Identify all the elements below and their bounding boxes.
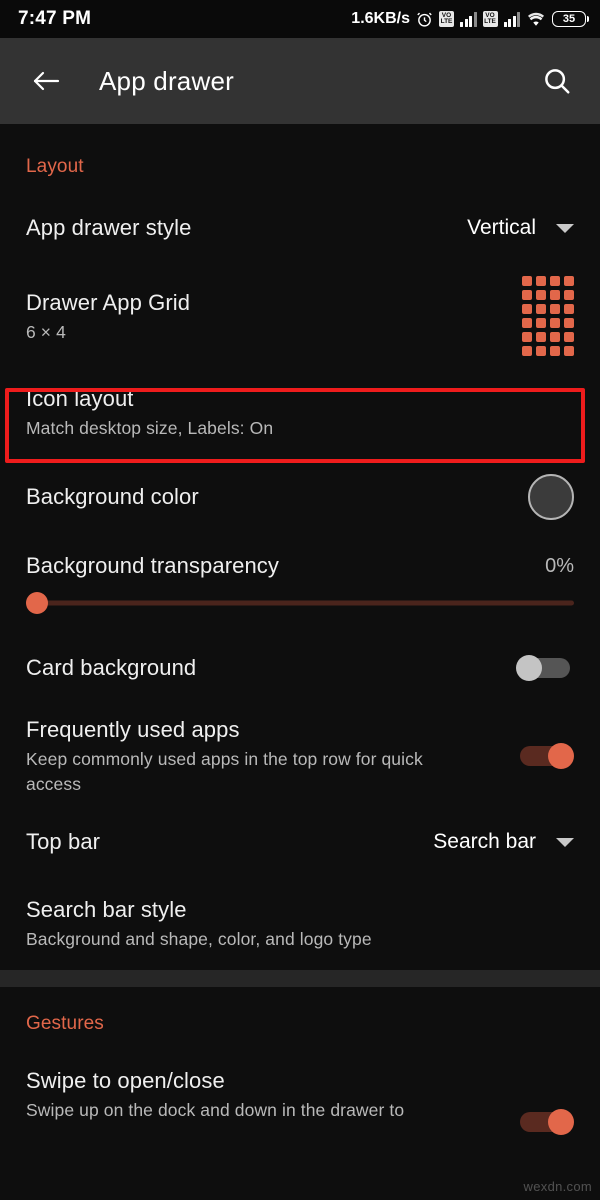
setting-sublabel: 6 × 4 — [26, 321, 66, 342]
grid-cell — [522, 346, 532, 356]
sim1-signal-icon — [460, 11, 477, 27]
grid-cell — [564, 304, 574, 314]
grid-cell — [522, 318, 532, 328]
alarm-clock-icon — [416, 11, 433, 28]
setting-sublabel: Background and shape, color, and logo ty… — [26, 928, 372, 949]
grid-cell — [564, 276, 574, 286]
page-title: App drawer — [99, 65, 234, 96]
grid-cell — [536, 346, 546, 356]
setting-row-swipe-to-open-close[interactable]: Swipe to open/close Swipe up on the dock… — [0, 1059, 600, 1135]
grid-cell — [550, 276, 560, 286]
setting-label: Swipe to open/close — [26, 1067, 225, 1093]
setting-label: Top bar — [26, 829, 101, 854]
toggle-knob — [548, 743, 574, 769]
frequently-used-apps-toggle[interactable] — [516, 743, 574, 769]
search-icon[interactable] — [536, 60, 578, 102]
sim2-signal-icon — [503, 11, 520, 27]
setting-row-background-transparency[interactable]: Background transparency 0% — [0, 546, 600, 586]
setting-row-card-background[interactable]: Card background — [0, 640, 600, 696]
grid-cell — [564, 318, 574, 328]
slider-thumb[interactable] — [26, 592, 48, 614]
app-bar: App drawer — [0, 38, 600, 124]
status-bar: 7:47 PM 1.6KB/s VO LTE VO LTE 35 — [0, 0, 600, 38]
status-bar-icons: 1.6KB/s VO LTE VO LTE 35 — [351, 10, 586, 28]
setting-label: Search bar style — [26, 896, 187, 922]
sim2-volte-icon: VO LTE — [482, 11, 498, 27]
grid-cell — [564, 290, 574, 300]
settings-list: Layout App drawer style Vertical Drawer … — [0, 124, 600, 1135]
app-drawer-settings-screen: 7:47 PM 1.6KB/s VO LTE VO LTE 35 App dra… — [0, 0, 600, 1200]
watermark: wexdn.com — [523, 1179, 592, 1194]
section-header-layout: Layout — [26, 156, 84, 177]
grid-cell — [550, 290, 560, 300]
drawer-grid-preview-icon — [522, 276, 574, 356]
setting-label: Frequently used apps — [26, 717, 240, 742]
transparency-slider-wrap[interactable] — [0, 586, 600, 616]
grid-cell — [550, 332, 560, 342]
grid-cell — [522, 290, 532, 300]
grid-cell — [536, 332, 546, 342]
setting-sublabel: Swipe up on the dock and down in the dra… — [26, 1099, 405, 1120]
setting-value: Vertical — [467, 216, 536, 239]
setting-sublabel: Match desktop size, Labels: On — [26, 417, 274, 438]
setting-row-app-drawer-style[interactable]: App drawer style Vertical — [0, 202, 600, 254]
grid-cell — [550, 304, 560, 314]
toggle-knob — [548, 1109, 574, 1135]
grid-cell — [522, 304, 532, 314]
setting-label: Background color — [26, 484, 199, 509]
chevron-down-icon[interactable] — [556, 223, 574, 233]
slider-track — [26, 600, 574, 606]
grid-cell — [550, 318, 560, 328]
back-arrow-icon[interactable] — [26, 61, 66, 101]
setting-row-frequently-used-apps[interactable]: Frequently used apps Keep commonly used … — [0, 708, 600, 804]
battery-indicator: 35 — [552, 11, 586, 27]
grid-cell — [536, 276, 546, 286]
setting-row-search-bar-style[interactable]: Search bar style Background and shape, c… — [0, 888, 600, 958]
grid-cell — [522, 332, 532, 342]
grid-cell — [536, 318, 546, 328]
swipe-to-open-close-toggle[interactable] — [516, 1109, 574, 1135]
setting-label: App drawer style — [26, 215, 192, 240]
setting-label: Background transparency — [26, 553, 280, 578]
background-color-swatch[interactable] — [528, 474, 574, 520]
sim1-volte-icon: VO LTE — [439, 11, 454, 27]
setting-row-icon-layout[interactable]: Icon layout Match desktop size, Labels: … — [0, 376, 600, 448]
background-transparency-slider[interactable] — [26, 590, 574, 616]
setting-label: Icon layout — [26, 385, 134, 411]
transparency-value: 0% — [545, 554, 574, 577]
grid-cell — [550, 346, 560, 356]
chevron-down-icon[interactable] — [556, 837, 574, 847]
section-divider — [0, 970, 600, 987]
setting-label: Card background — [26, 655, 197, 680]
status-bar-clock: 7:47 PM — [18, 8, 92, 29]
grid-cell — [522, 276, 532, 286]
grid-cell — [536, 290, 546, 300]
grid-cell — [536, 304, 546, 314]
wifi-icon — [526, 11, 546, 27]
section-header-gestures: Gestures — [26, 1013, 104, 1034]
setting-row-background-color[interactable]: Background color — [0, 466, 600, 528]
toggle-knob — [516, 655, 542, 681]
setting-sublabel: Keep commonly used apps in the top row f… — [26, 749, 423, 794]
card-background-toggle[interactable] — [516, 655, 574, 681]
setting-value: Search bar — [433, 830, 536, 853]
grid-cell — [564, 346, 574, 356]
network-speed-indicator: 1.6KB/s — [351, 10, 410, 27]
setting-row-drawer-app-grid[interactable]: Drawer App Grid 6 × 4 — [0, 276, 600, 356]
setting-label: Drawer App Grid — [26, 289, 191, 315]
setting-row-top-bar[interactable]: Top bar Search bar — [0, 816, 600, 868]
grid-cell — [564, 332, 574, 342]
